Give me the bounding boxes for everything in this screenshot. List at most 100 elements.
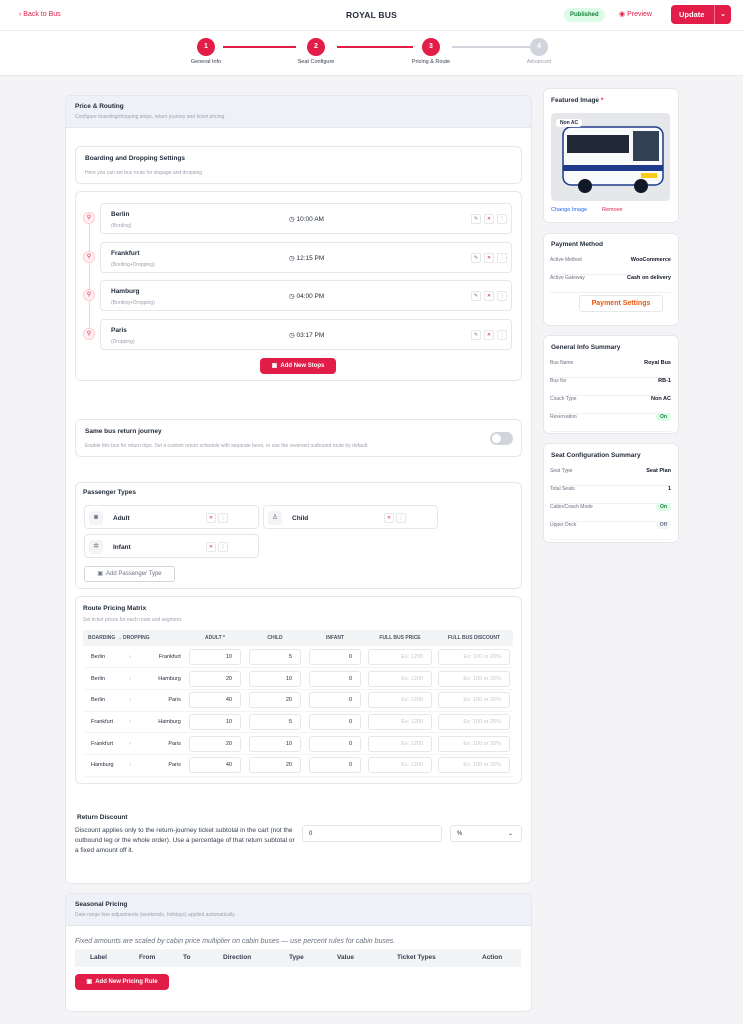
stop-type: (Bording) — [111, 223, 132, 229]
route-to: Paris — [168, 762, 181, 769]
drag-handle-icon[interactable]: ⋮ — [218, 513, 228, 523]
drag-handle-icon[interactable]: ⋮ — [497, 330, 507, 340]
full-bus-discount-input[interactable]: Ex: 100 or 20% — [438, 692, 510, 709]
passenger-type-item[interactable]: ☻ Adult ✕ ⋮ — [84, 505, 259, 529]
drag-handle-icon[interactable]: ⋮ — [497, 291, 507, 301]
adult-price-input[interactable]: 40 — [189, 692, 241, 709]
full-bus-discount-input[interactable]: Ex: 100 or 20% — [438, 713, 510, 730]
child-price-input[interactable]: 20 — [249, 692, 301, 709]
table-row: Frankfurt › Hamburg 10 5 0 Ex: 1200 Ex: 10… — [83, 711, 513, 734]
select-value: % — [457, 831, 463, 837]
table-row: Hamburg › Paris 40 20 0 Ex: 1200 Ex: 100 o… — [83, 754, 513, 777]
adult-price-input[interactable]: 10 — [189, 648, 241, 665]
child-price-input[interactable]: 5 — [249, 713, 301, 730]
edit-icon[interactable]: ✎ — [471, 291, 481, 301]
payment-settings-button[interactable]: Payment Settings — [579, 295, 663, 312]
step-3[interactable]: 3 — [422, 38, 440, 56]
full-bus-discount-input[interactable]: Ex: 100 or 20% — [438, 757, 510, 774]
return-journey-box — [75, 419, 522, 457]
change-image-link[interactable]: Change Image — [551, 207, 587, 213]
row-label: Coach Type — [550, 396, 577, 402]
column-header: Type — [289, 954, 304, 961]
update-button[interactable]: Update ⌄ — [671, 5, 731, 24]
adult-price-input[interactable]: 40 — [189, 757, 241, 774]
row-value: RB-1 — [658, 378, 671, 384]
full-bus-discount-input[interactable]: Ex: 100 or 20% — [438, 670, 510, 687]
edit-icon[interactable]: ✎ — [471, 214, 481, 224]
stop-item[interactable]: Hamburg (Bording+Dropping) ◷ 04:00 PM ✎ ✕ ⋮ — [100, 280, 512, 311]
full-bus-discount-input[interactable]: Ex: 100 or 20% — [438, 648, 510, 665]
trash-icon[interactable]: ✕ — [484, 214, 494, 224]
button-label: Add New Pricing Rule — [95, 979, 158, 985]
trash-icon[interactable]: ✕ — [484, 291, 494, 301]
stop-name: Frankfurt — [111, 250, 140, 257]
trash-icon[interactable]: ✕ — [484, 253, 494, 263]
drag-handle-icon[interactable]: ⋮ — [497, 214, 507, 224]
adult-price-input[interactable]: 20 — [189, 735, 241, 752]
add-pricing-rule-button[interactable]: ▣ Add New Pricing Rule — [75, 974, 169, 990]
time-text: 12:15 PM — [296, 255, 325, 262]
trash-icon[interactable]: ✕ — [206, 513, 216, 523]
full-bus-price-input[interactable]: Ex: 1200 — [368, 670, 432, 687]
stop-type: (Bording+Dropping) — [111, 262, 155, 268]
add-new-stops-button[interactable]: ▣ Add New Stops — [260, 358, 336, 374]
value-text: On — [656, 503, 671, 511]
infant-price-input[interactable]: 0 — [309, 670, 361, 687]
add-passenger-type-button[interactable]: ▣ Add Passenger Type — [84, 566, 175, 582]
full-bus-price-input[interactable]: Ex: 1200 — [368, 757, 432, 774]
trash-icon[interactable]: ✕ — [384, 513, 394, 523]
drag-handle-icon[interactable]: ⋮ — [218, 542, 228, 552]
drag-handle-icon[interactable]: ⋮ — [497, 253, 507, 263]
edit-icon[interactable]: ✎ — [471, 253, 481, 263]
child-price-input[interactable]: 10 — [249, 735, 301, 752]
top-bar: ‹ Back to Bus ROYAL BUS Published ◉ Prev… — [0, 0, 743, 76]
return-discount-input[interactable]: 0 — [302, 825, 442, 842]
full-bus-discount-input[interactable]: Ex: 100 or 20% — [438, 735, 510, 752]
infant-price-input[interactable]: 0 — [309, 648, 361, 665]
trash-icon[interactable]: ✕ — [484, 330, 494, 340]
step-4[interactable]: 4 — [530, 38, 548, 56]
step-2[interactable]: 2 — [307, 38, 325, 56]
adult-price-input[interactable]: 10 — [189, 713, 241, 730]
passenger-type-item[interactable]: ✲ Infant ✕ ⋮ — [84, 534, 259, 558]
full-bus-price-input[interactable]: Ex: 1200 — [368, 735, 432, 752]
full-bus-price-input[interactable]: Ex: 1200 — [368, 713, 432, 730]
row-value: 1 — [668, 486, 671, 492]
drag-handle-icon[interactable]: ⋮ — [396, 513, 406, 523]
step-1[interactable]: 1 — [197, 38, 215, 56]
section-subtitle: Here you can set bus route for stopage a… — [85, 170, 203, 176]
trash-icon[interactable]: ✕ — [206, 542, 216, 552]
chevron-down-icon[interactable]: ⌄ — [720, 5, 726, 24]
stop-item[interactable]: Frankfurt (Bording+Dropping) ◷ 12:15 PM ✎ ✕ ⋮ — [100, 242, 512, 273]
discount-unit-select[interactable]: % ⌄ — [450, 825, 522, 842]
child-price-input[interactable]: 20 — [249, 757, 301, 774]
passenger-type-item[interactable]: ♙ Child ✕ ⋮ — [263, 505, 438, 529]
route-from: Frankfurt — [91, 740, 114, 747]
child-price-input[interactable]: 5 — [249, 648, 301, 665]
full-bus-price-input[interactable]: Ex: 1200 — [368, 648, 432, 665]
infant-price-input[interactable]: 0 — [309, 757, 361, 774]
button-label: Add Passenger Type — [106, 571, 162, 577]
child-price-input[interactable]: 10 — [249, 670, 301, 687]
column-header: Label — [90, 954, 107, 961]
preview-button[interactable]: ◉ Preview — [619, 10, 652, 18]
full-bus-price-input[interactable]: Ex: 1200 — [368, 692, 432, 709]
remove-image-link[interactable]: Remove — [602, 207, 622, 213]
info-row: Upper Deck Off — [550, 521, 671, 540]
adult-price-input[interactable]: 20 — [189, 670, 241, 687]
stop-item[interactable]: Berlin (Bording) ◷ 10:00 AM ✎ ✕ ⋮ — [100, 203, 512, 234]
row-label: Bus No — [550, 378, 567, 384]
user-icon: ☻ — [89, 511, 103, 525]
infant-price-input[interactable]: 0 — [309, 713, 361, 730]
time-text: 03:17 PM — [296, 332, 325, 339]
infant-price-input[interactable]: 0 — [309, 692, 361, 709]
card-subtitle: Configure boarding/dropping stops, retur… — [75, 114, 226, 120]
return-journey-toggle[interactable] — [490, 432, 513, 445]
infant-price-input[interactable]: 0 — [309, 735, 361, 752]
passenger-name: Child — [292, 515, 309, 522]
column-header: Action — [482, 954, 503, 961]
row-value: On — [656, 503, 671, 511]
stop-item[interactable]: Paris (Dropping) ◷ 03:17 PM ✎ ✕ ⋮ — [100, 319, 512, 350]
edit-icon[interactable]: ✎ — [471, 330, 481, 340]
route-to: Paris — [168, 697, 181, 704]
